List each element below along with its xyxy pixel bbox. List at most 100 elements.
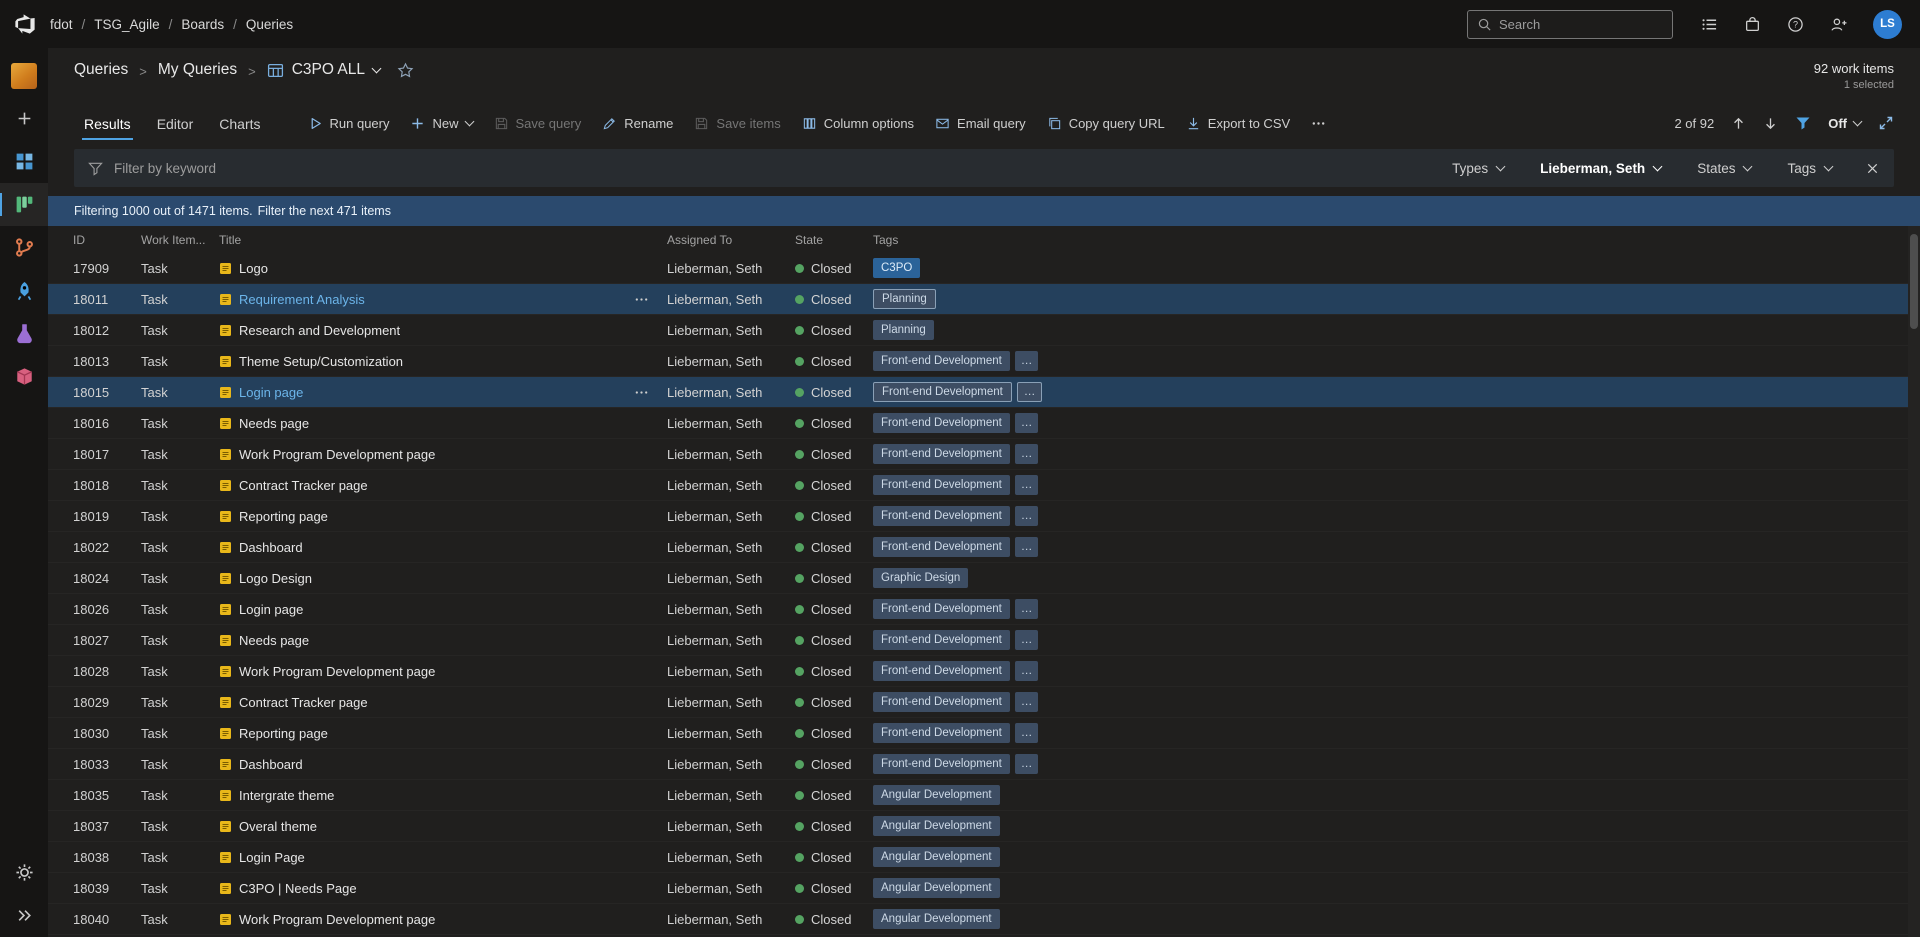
sidebar-item-repos[interactable] (0, 226, 48, 269)
search-input[interactable] (1499, 17, 1663, 32)
table-row[interactable]: 18037 Task Overal theme Lieberman, Seth … (48, 811, 1920, 842)
table-row[interactable]: 18015 Task Login page Lieberman, Seth Cl… (48, 377, 1920, 408)
sidebar-item-boards[interactable] (0, 183, 48, 226)
table-row[interactable]: 18011 Task Requirement Analysis Lieberma… (48, 284, 1920, 315)
work-item-title-link[interactable]: Login Page (239, 850, 305, 865)
user-add-icon[interactable] (1830, 16, 1847, 33)
tag-overflow-chip[interactable]: … (1015, 692, 1039, 712)
run-query-button[interactable]: Run query (308, 116, 390, 131)
marketplace-bag-icon[interactable] (1744, 16, 1761, 33)
tag-overflow-chip[interactable]: … (1015, 723, 1039, 743)
table-row[interactable]: 18017 Task Work Program Development page… (48, 439, 1920, 470)
sidebar-item-overview[interactable] (0, 140, 48, 183)
table-row[interactable]: 18013 Task Theme Setup/Customization Lie… (48, 346, 1920, 377)
work-item-title-link[interactable]: Logo (239, 261, 268, 276)
tag-overflow-chip[interactable]: … (1015, 444, 1039, 464)
work-item-title-link[interactable]: Login page (239, 602, 303, 617)
work-item-title-link[interactable]: Work Program Development page (239, 447, 435, 462)
row-context-menu-button[interactable] (634, 292, 657, 307)
fullscreen-button[interactable] (1878, 115, 1894, 131)
filter-dropdown-types[interactable]: Types (1452, 161, 1504, 176)
work-item-title-link[interactable]: Research and Development (239, 323, 400, 338)
project-settings-button[interactable] (0, 851, 48, 894)
breadcrumb-my-queries[interactable]: My Queries (158, 61, 237, 79)
table-row[interactable]: 18033 Task Dashboard Lieberman, Seth Clo… (48, 749, 1920, 780)
work-item-title-link[interactable]: Contract Tracker page (239, 695, 368, 710)
table-row[interactable]: 18030 Task Reporting page Lieberman, Set… (48, 718, 1920, 749)
azure-devops-logo-icon[interactable] (12, 11, 38, 37)
tab-charts[interactable]: Charts (209, 105, 270, 142)
filter-dropdown-tags[interactable]: Tags (1787, 161, 1832, 176)
table-row[interactable]: 18028 Task Work Program Development page… (48, 656, 1920, 687)
column-header-assigned-to[interactable]: Assigned To (667, 233, 795, 247)
tag-overflow-chip[interactable]: … (1015, 413, 1039, 433)
table-row[interactable]: 18016 Task Needs page Lieberman, Seth Cl… (48, 408, 1920, 439)
breadcrumb-item[interactable]: Boards (181, 17, 224, 32)
column-header-work-item-type[interactable]: Work Item... (141, 233, 219, 247)
banner-action-link[interactable]: Filter the next 471 items (258, 204, 391, 218)
sidebar-item-pipelines[interactable] (0, 269, 48, 312)
table-row[interactable]: 18038 Task Login Page Lieberman, Seth Cl… (48, 842, 1920, 873)
table-row[interactable]: 18035 Task Intergrate theme Lieberman, S… (48, 780, 1920, 811)
table-row[interactable]: 18024 Task Logo Design Lieberman, Seth C… (48, 563, 1920, 594)
table-row[interactable]: 18026 Task Login page Lieberman, Seth Cl… (48, 594, 1920, 625)
search-box[interactable] (1467, 10, 1673, 39)
tag-overflow-chip[interactable]: … (1015, 506, 1039, 526)
table-row[interactable]: 18012 Task Research and Development Lieb… (48, 315, 1920, 346)
column-header-id[interactable]: ID (73, 233, 141, 247)
work-item-title-link[interactable]: Reporting page (239, 726, 328, 741)
table-row[interactable]: 18022 Task Dashboard Lieberman, Seth Clo… (48, 532, 1920, 563)
work-item-title-link[interactable]: Reporting page (239, 509, 328, 524)
rename-button[interactable]: Rename (602, 116, 673, 131)
sidebar-item-test-plans[interactable] (0, 312, 48, 355)
tab-editor[interactable]: Editor (147, 105, 204, 142)
add-button[interactable] (0, 97, 48, 140)
breadcrumb-queries[interactable]: Queries (74, 61, 128, 79)
project-avatar[interactable] (0, 54, 48, 97)
table-row[interactable]: 18027 Task Needs page Lieberman, Seth Cl… (48, 625, 1920, 656)
work-item-title-link[interactable]: Requirement Analysis (239, 292, 365, 307)
table-row[interactable]: 17909 Task Logo Lieberman, Seth Closed C… (48, 253, 1920, 284)
work-item-title-link[interactable]: C3PO | Needs Page (239, 881, 357, 896)
scrollbar-thumb[interactable] (1910, 234, 1918, 329)
filter-dropdown-lieberman-seth[interactable]: Lieberman, Seth (1540, 161, 1661, 176)
tag-overflow-chip[interactable]: … (1015, 351, 1039, 371)
save-query-button[interactable]: Save query (494, 116, 582, 131)
work-item-title-link[interactable]: Dashboard (239, 540, 303, 555)
filter-dropdown-states[interactable]: States (1697, 161, 1751, 176)
breadcrumb-item[interactable]: TSG_Agile (94, 17, 159, 32)
work-item-title-link[interactable]: Intergrate theme (239, 788, 334, 803)
copy-query-url-button[interactable]: Copy query URL (1047, 116, 1165, 131)
export-to-csv-button[interactable]: Export to CSV (1186, 116, 1290, 131)
work-item-title-link[interactable]: Needs page (239, 416, 309, 431)
column-header-title[interactable]: Title (219, 233, 667, 247)
column-header-tags[interactable]: Tags (873, 233, 1920, 247)
row-context-menu-button[interactable] (634, 385, 657, 400)
tag-overflow-chip[interactable]: … (1015, 475, 1039, 495)
sidebar-item-artifacts[interactable] (0, 355, 48, 398)
work-item-title-link[interactable]: Work Program Development page (239, 664, 435, 679)
help-icon[interactable]: ? (1787, 16, 1804, 33)
work-item-title-link[interactable]: Dashboard (239, 757, 303, 772)
filter-keyword-input[interactable] (114, 161, 1441, 176)
work-item-title-link[interactable]: Theme Setup/Customization (239, 354, 403, 369)
table-row[interactable]: 18019 Task Reporting page Lieberman, Set… (48, 501, 1920, 532)
breadcrumb-item[interactable]: Queries (246, 17, 293, 32)
table-row[interactable]: 18039 Task C3PO | Needs Page Lieberman, … (48, 873, 1920, 904)
work-item-title-link[interactable]: Login page (239, 385, 303, 400)
tag-overflow-chip[interactable]: … (1015, 661, 1039, 681)
tab-results[interactable]: Results (74, 105, 141, 142)
list-icon[interactable] (1701, 16, 1718, 33)
next-item-button[interactable] (1763, 116, 1778, 131)
work-item-title-link[interactable]: Overal theme (239, 819, 317, 834)
column-options-button[interactable]: Column options (802, 116, 914, 131)
tag-overflow-chip[interactable]: … (1015, 537, 1039, 557)
avatar[interactable]: LS (1873, 10, 1902, 39)
view-options-toggle[interactable]: Off (1828, 116, 1861, 131)
save-items-button[interactable]: Save items (694, 116, 780, 131)
vertical-scrollbar[interactable] (1908, 226, 1920, 937)
query-selector[interactable]: C3PO ALL (267, 61, 380, 79)
work-item-title-link[interactable]: Work Program Development page (239, 912, 435, 927)
previous-item-button[interactable] (1731, 116, 1746, 131)
table-row[interactable]: 18029 Task Contract Tracker page Lieberm… (48, 687, 1920, 718)
